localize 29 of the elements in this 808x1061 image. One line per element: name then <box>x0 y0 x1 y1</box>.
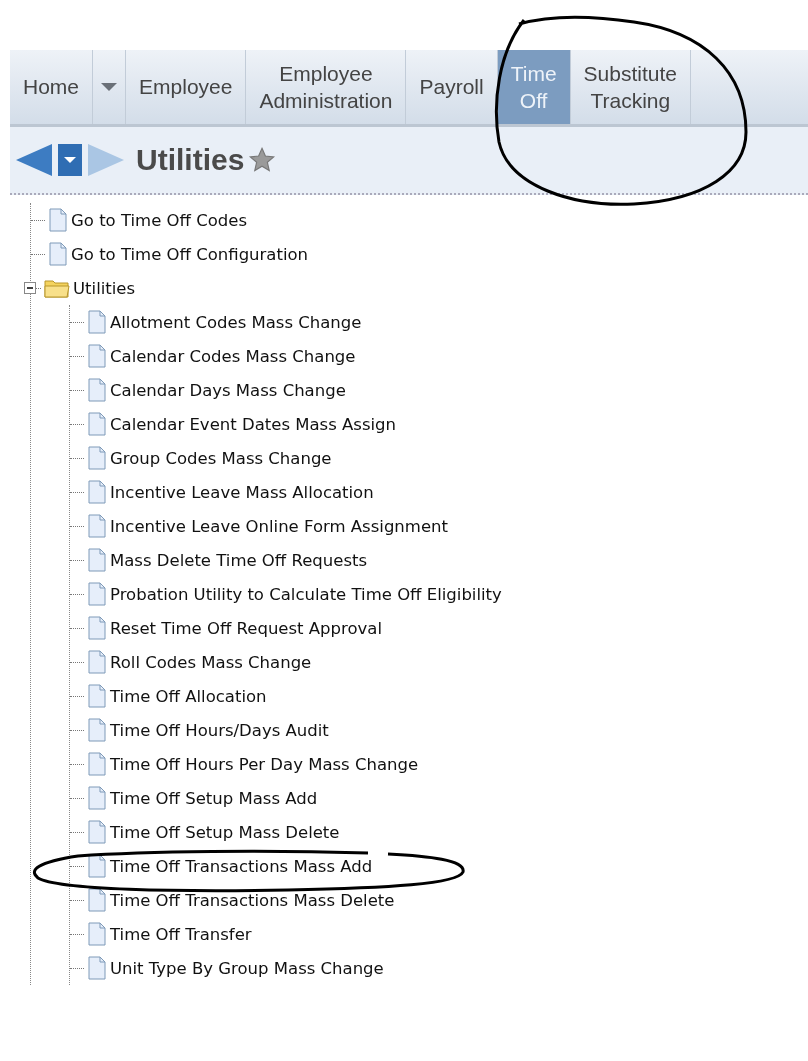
tree-item[interactable]: Reset Time Off Request Approval <box>110 618 383 638</box>
tree-item[interactable]: Allotment Codes Mass Change <box>110 312 362 332</box>
tree-item[interactable]: Probation Utility to Calculate Time Off Eligibility <box>110 584 502 604</box>
tree-item[interactable]: Time Off Setup Mass Delete <box>110 822 340 842</box>
tree-item[interactable]: Time Off Setup Mass Add <box>110 788 318 808</box>
nav-tab[interactable]: Payroll <box>406 50 498 124</box>
tree-item[interactable]: Time Off Transactions Mass Add <box>110 856 373 876</box>
tree-item[interactable]: Time Off Hours Per Day Mass Change <box>110 754 419 774</box>
tree-item[interactable]: Time Off Transfer <box>110 924 252 944</box>
tree-item[interactable]: Time Off Allocation <box>110 686 267 706</box>
tree-item[interactable]: Unit Type By Group Mass Change <box>110 958 384 978</box>
tree-item[interactable]: Time Off Hours/Days Audit <box>110 720 329 740</box>
nav-tab[interactable]: Substitute Tracking <box>570 50 691 124</box>
tree-item[interactable]: Go to Time Off Codes <box>71 210 247 230</box>
tree-item[interactable]: Calendar Event Dates Mass Assign <box>110 414 396 434</box>
page-title: Utilities <box>136 143 245 177</box>
tree-item[interactable]: Incentive Leave Online Form Assignment <box>110 516 448 536</box>
tree-item[interactable]: Go to Time Off Configuration <box>71 244 309 264</box>
tree-item[interactable]: Calendar Days Mass Change <box>110 380 346 400</box>
nav-tab[interactable]: Employee Administration <box>246 50 407 124</box>
nav-tab[interactable]: Employee <box>126 50 247 124</box>
tree-item[interactable]: Time Off Transactions Mass Delete <box>110 890 395 910</box>
nav-tab[interactable]: Home <box>10 50 94 124</box>
tree-item[interactable]: Incentive Leave Mass Allocation <box>110 482 374 502</box>
tree-item[interactable]: Utilities <box>73 278 136 298</box>
tree-item[interactable]: Roll Codes Mass Change <box>110 652 312 672</box>
tree-item[interactable]: Calendar Codes Mass Change <box>110 346 356 366</box>
tree-item[interactable]: Mass Delete Time Off Requests <box>110 550 368 570</box>
tree-item[interactable]: Group Codes Mass Change <box>110 448 332 468</box>
